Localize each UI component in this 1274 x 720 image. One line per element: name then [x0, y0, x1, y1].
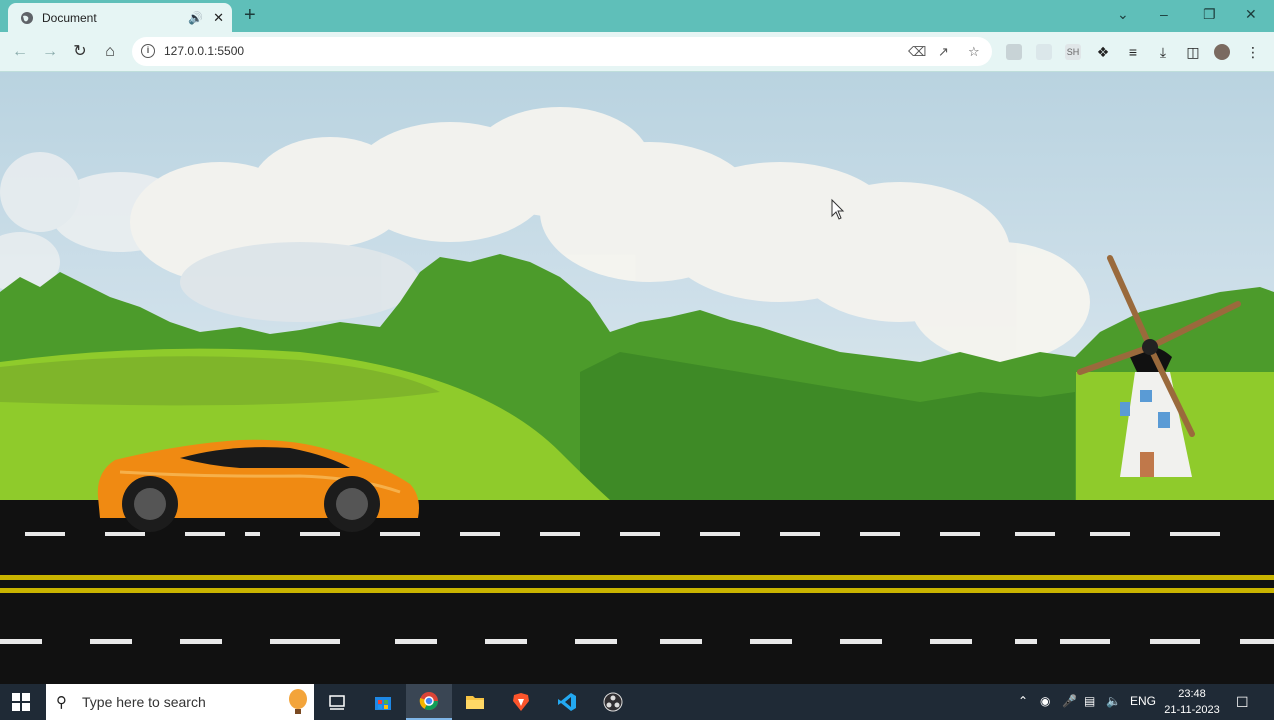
- volume-icon[interactable]: 🔈: [1106, 694, 1121, 708]
- browser-titlebar: Document 🔊 ✕ + ⌄ – ❐ ✕: [0, 0, 1274, 32]
- language-indicator[interactable]: ENG: [1130, 694, 1156, 708]
- share-icon[interactable]: ↗: [938, 44, 949, 60]
- clock-time: 23:48: [1178, 688, 1206, 700]
- extension-sh-icon[interactable]: SH: [1065, 44, 1081, 60]
- vscode-icon[interactable]: [544, 684, 590, 720]
- clock-date: 21-11-2023: [1164, 704, 1220, 716]
- minimize-icon[interactable]: –: [1160, 6, 1168, 22]
- search-icon: ⚲: [56, 694, 67, 711]
- url-text[interactable]: 127.0.0.1:5500: [164, 44, 244, 58]
- restore-icon[interactable]: ❐: [1203, 6, 1216, 23]
- taskbar-search-box[interactable]: ⚲ Type here to search: [46, 684, 314, 720]
- chevron-up-icon[interactable]: ⌃: [1018, 694, 1028, 708]
- search-placeholder: Type here to search: [82, 694, 206, 710]
- download-icon[interactable]: ⤓: [1155, 44, 1171, 60]
- hot-air-balloon-icon: [289, 689, 307, 714]
- globe-icon: [21, 11, 33, 24]
- page-scene: [0, 72, 1274, 684]
- file-explorer-icon[interactable]: [452, 684, 498, 720]
- chevron-down-icon[interactable]: ⌄: [1117, 6, 1129, 23]
- lane-yellow-2: [0, 588, 1274, 593]
- address-bar[interactable]: i 127.0.0.1:5500 ⌫ ↗ ☆: [132, 37, 992, 66]
- meet-now-icon[interactable]: ◉: [1040, 694, 1050, 708]
- reload-icon[interactable]: ↻: [69, 41, 91, 63]
- browser-tab-document[interactable]: Document 🔊 ✕: [8, 3, 232, 32]
- reading-list-icon[interactable]: ≡: [1125, 44, 1141, 60]
- brave-icon[interactable]: [498, 684, 544, 720]
- tab-title: Document: [42, 10, 97, 25]
- notification-icon[interactable]: ☐: [1236, 694, 1249, 711]
- system-clock[interactable]: 23:48 21-11-2023: [1160, 686, 1224, 718]
- window-close-icon[interactable]: ✕: [1245, 6, 1257, 23]
- lane-dashes-top: [25, 532, 1220, 536]
- back-icon[interactable]: ←: [9, 41, 31, 63]
- extension-2-icon[interactable]: [1036, 44, 1052, 60]
- lane-yellow-1: [0, 575, 1274, 580]
- obs-icon[interactable]: [590, 684, 636, 720]
- side-panel-icon[interactable]: ◫: [1185, 44, 1201, 60]
- extensions-icon[interactable]: ❖: [1095, 44, 1111, 60]
- scene-illustration: [0, 107, 1274, 684]
- menu-icon[interactable]: ⋮: [1245, 44, 1261, 60]
- close-icon[interactable]: ✕: [213, 10, 224, 26]
- translate-icon[interactable]: ⌫: [908, 44, 926, 60]
- profile-icon[interactable]: [1214, 44, 1230, 60]
- speaker-icon[interactable]: 🔊: [188, 11, 203, 25]
- extension-1-icon[interactable]: [1006, 44, 1022, 60]
- store-icon[interactable]: [360, 684, 406, 720]
- browser-toolbar: ← → ↻ ⌂ i 127.0.0.1:5500 ⌫ ↗ ☆ SH ❖ ≡ ⤓ …: [0, 32, 1274, 72]
- network-icon[interactable]: ▤: [1084, 694, 1095, 708]
- task-view-icon[interactable]: [314, 684, 360, 720]
- forward-icon[interactable]: →: [39, 41, 61, 63]
- plus-icon[interactable]: +: [244, 5, 256, 25]
- windows-start-icon[interactable]: [12, 693, 30, 711]
- star-icon[interactable]: ☆: [968, 44, 980, 60]
- info-icon[interactable]: i: [141, 44, 155, 58]
- home-icon[interactable]: ⌂: [99, 41, 121, 63]
- chrome-icon[interactable]: [406, 684, 452, 720]
- windows-taskbar: ⚲ Type here to search ⌃ ◉ 🎤 ▤ 🔈 ENG 23:4…: [0, 684, 1274, 720]
- microphone-icon[interactable]: 🎤: [1062, 694, 1077, 708]
